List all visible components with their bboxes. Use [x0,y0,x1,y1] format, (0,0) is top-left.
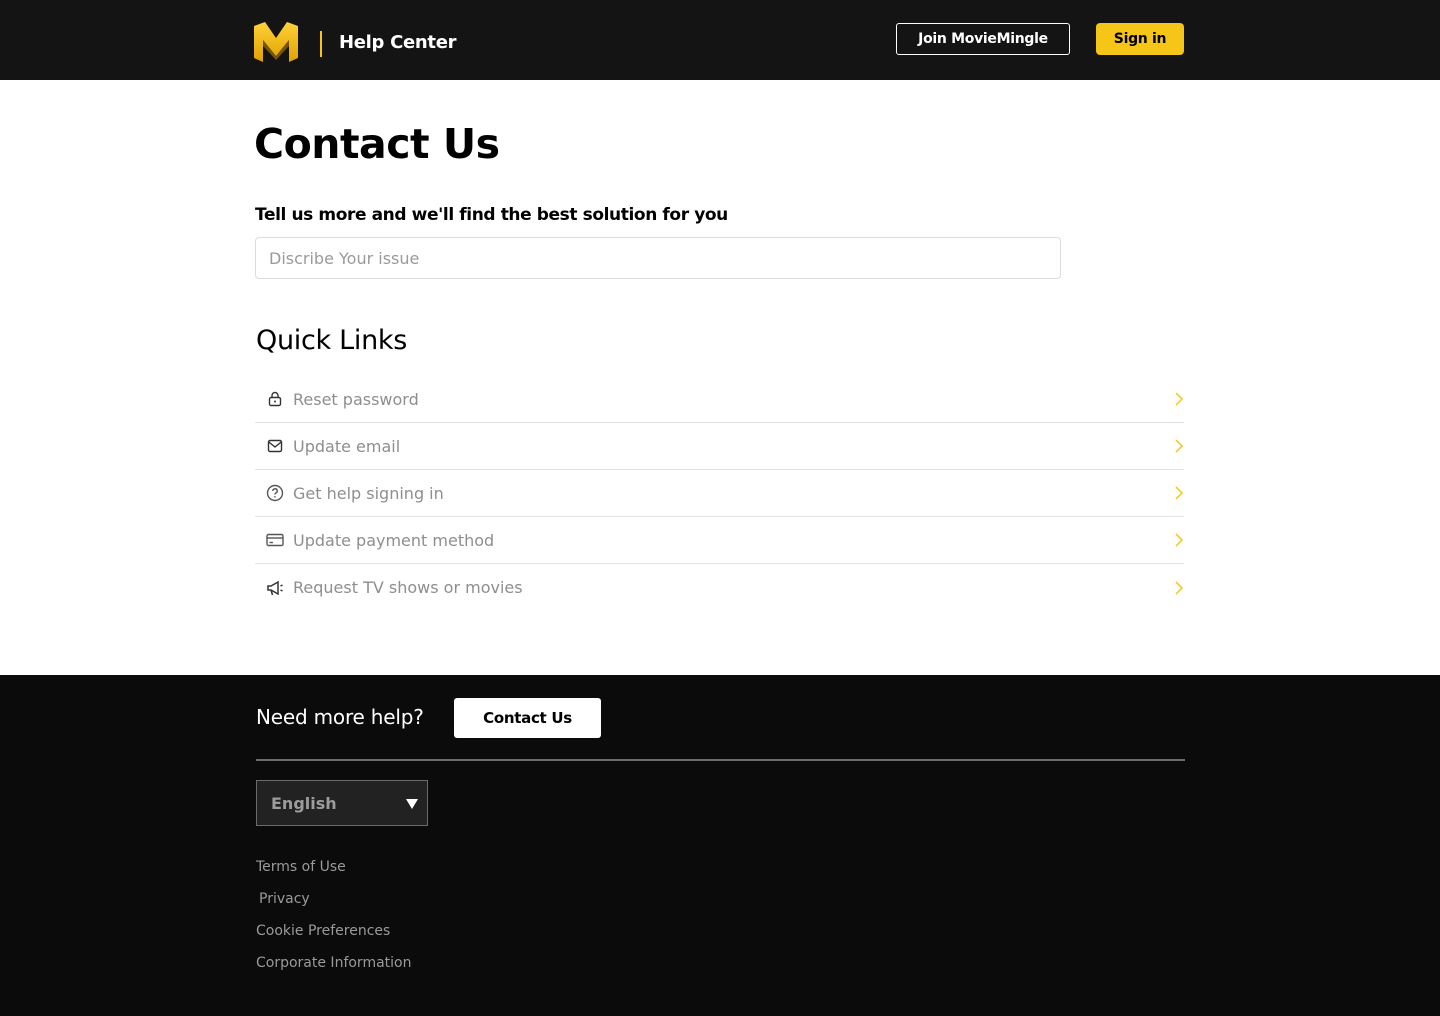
quick-link-label: Update email [293,436,401,456]
moviemingle-logo-icon[interactable] [254,22,298,62]
quick-link-reset-password[interactable]: Reset password [255,376,1184,423]
quick-link-update-email[interactable]: Update email [255,423,1184,470]
quick-link-label: Reset password [293,389,419,409]
quick-link-help-signing-in[interactable]: Get help signing in [255,470,1184,517]
issue-search-input[interactable] [255,237,1061,279]
mail-icon [265,436,285,456]
corporate-information-link[interactable]: Corporate Information [256,954,411,986]
quick-link-label: Get help signing in [293,483,444,503]
credit-card-icon [265,530,285,550]
lock-icon [265,389,285,409]
quick-link-label: Update payment method [293,530,495,550]
join-button[interactable]: Join MovieMingle [896,23,1070,55]
cookie-preferences-link[interactable]: Cookie Preferences [256,922,411,954]
quick-links-title: Quick Links [256,325,407,356]
dropdown-arrow-icon [406,799,418,809]
header-divider [320,31,322,57]
question-circle-icon [265,483,285,503]
privacy-link[interactable]: Privacy [256,890,411,922]
terms-of-use-link[interactable]: Terms of Use [256,858,411,890]
contact-us-button[interactable]: Contact Us [454,698,601,738]
chevron-right-icon [1175,392,1184,406]
quick-link-label: Request TV shows or movies [293,578,523,597]
sign-in-button[interactable]: Sign in [1096,23,1184,55]
quick-links-list: Reset password Update email Get help sig… [255,376,1184,611]
language-value: English [271,793,337,813]
language-select[interactable]: English [256,780,428,826]
quick-link-update-payment[interactable]: Update payment method [255,517,1184,564]
quick-link-request-titles[interactable]: Request TV shows or movies [255,564,1184,611]
footer-divider [256,759,1185,761]
help-center-title[interactable]: Help Center [339,32,457,53]
chevron-right-icon [1175,533,1184,547]
page-title: Contact Us [254,120,500,168]
footer-links: Terms of Use Privacy Cookie Preferences … [256,858,411,986]
issue-prompt: Tell us more and we'll find the best sol… [255,205,728,225]
chevron-right-icon [1175,486,1184,500]
footer: Need more help? Contact Us English Terms… [0,675,1440,1016]
megaphone-icon [265,578,285,598]
chevron-right-icon [1175,580,1184,595]
need-more-help-text: Need more help? [256,705,424,729]
chevron-right-icon [1175,439,1184,453]
top-nav-bar: Help Center Join MovieMingle Sign in [0,0,1440,80]
